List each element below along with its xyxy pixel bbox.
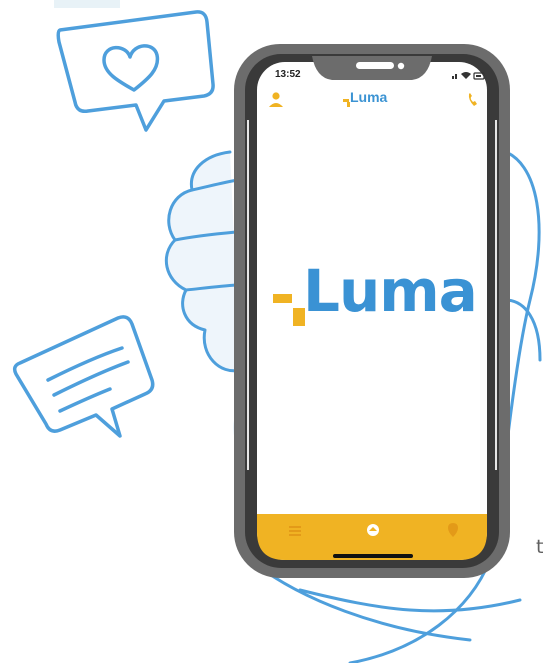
status-time: 13:52 — [275, 69, 301, 80]
front-camera — [397, 62, 405, 70]
splash-logo-text: Luma — [303, 257, 478, 325]
speaker-grille — [356, 62, 394, 69]
tab-bar — [257, 514, 487, 560]
home-icon[interactable] — [367, 524, 379, 536]
home-indicator — [333, 554, 413, 558]
header-logo-text: Luma — [350, 89, 388, 105]
phone-illustration — [12, 0, 542, 663]
heart-chat-bubble-icon — [56, 10, 215, 132]
message-lines-bubble-icon — [12, 315, 155, 438]
decorative-patch — [54, 0, 120, 8]
